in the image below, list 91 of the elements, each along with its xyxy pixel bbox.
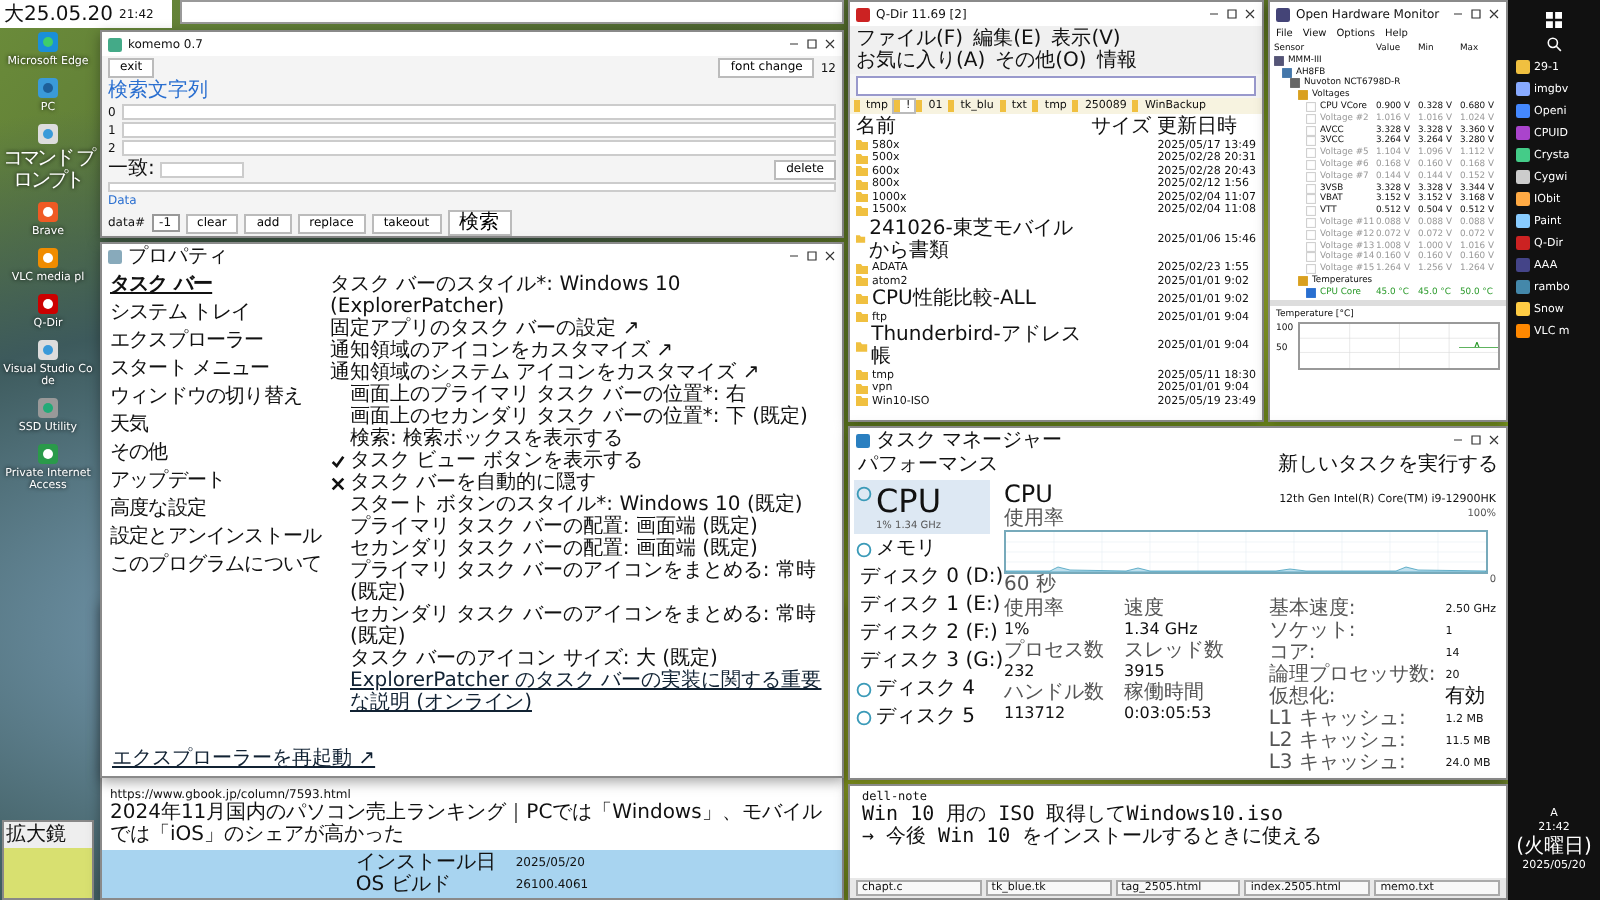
window-title: プロパティ xyxy=(128,245,228,267)
setting-option[interactable]: プライマリ タスク バーのアイコンをまとめる: 常時 (既定) xyxy=(330,560,838,604)
settings-tab[interactable]: 設定とアンインストール xyxy=(108,526,324,548)
device-name: ディスク 1 (E:) xyxy=(860,594,1001,616)
window-title: 拡大鏡 xyxy=(4,822,92,848)
setting-option[interactable]: プライマリ タスク バーの配置: 画面端 (既定) xyxy=(330,516,838,538)
status-label: OS ビルド xyxy=(355,874,453,896)
date-text: 大25.05.20 xyxy=(4,3,114,25)
clip-line: 2024年11月国内のパソコン売上ランキング｜PCでは「Windows」、モバイルでは「iOS」のシェアが高かった xyxy=(110,802,824,846)
device-name: ディスク 5 xyxy=(876,706,976,728)
setting-option[interactable]: セカンダリ タスク バーの配置: 画面端 (既定) xyxy=(330,538,838,560)
device-name: メモリ xyxy=(876,538,936,560)
column-header[interactable]: 名前 xyxy=(856,116,1086,138)
stat-value: 1.34 GHz xyxy=(1124,620,1200,638)
menu-item[interactable]: その他(O) xyxy=(995,50,1087,72)
setting-option[interactable]: タスク バーのアイコン サイズ: 大 (既定) xyxy=(330,648,838,670)
device-item[interactable]: メモリ xyxy=(854,536,990,562)
stat-label: スレッド数 xyxy=(1124,640,1224,662)
menu-item[interactable]: お気に入り(A) xyxy=(856,50,986,72)
section-title: パフォーマンス xyxy=(858,454,998,476)
cpu-heading: CPU xyxy=(1004,480,1053,508)
search-label: 検索文字列 xyxy=(108,80,208,102)
settings-tab[interactable]: タスク バー xyxy=(108,274,215,296)
stat-label: 使用率 xyxy=(1004,598,1066,620)
setting-option[interactable]: 画面上のプライマリ タスク バーの位置*: 右 xyxy=(330,384,838,406)
window-title: タスク マネージャー xyxy=(876,429,1063,451)
menu-item[interactable]: ファイル(F) xyxy=(856,28,964,50)
stat-label: 稼働時間 xyxy=(1124,682,1206,704)
settings-tab[interactable]: ウィンドウの切り替え xyxy=(108,386,305,408)
stat-label: プロセス数 xyxy=(1004,640,1104,662)
help-link[interactable]: ExplorerPatcher のタスク バーの実装に関する重要な説明 (オンライン) xyxy=(330,670,838,714)
stat-value: 1% xyxy=(1004,620,1032,638)
spec-value: 有効 xyxy=(1445,686,1488,708)
stat-value: 3915 xyxy=(1124,662,1167,680)
spec-label: ソケット: xyxy=(1268,620,1358,642)
setting-option[interactable]: 通知領域のアイコンをカスタマイズ ↗ xyxy=(330,340,838,362)
icon-label: コマンド プロンプト xyxy=(0,148,96,192)
settings-tab[interactable]: 高度な設定 xyxy=(108,498,209,520)
device-name: CPU xyxy=(876,482,942,520)
settings-tab[interactable]: エクスプローラー xyxy=(108,330,266,352)
column-header[interactable]: サイズ xyxy=(1091,116,1152,138)
spec-label: 論理プロセッサ数: xyxy=(1268,664,1436,686)
settings-tab[interactable]: このプログラムについて xyxy=(108,554,324,576)
setting-option[interactable]: 通知領域のシステム アイコンをカスタマイズ ↗ xyxy=(330,362,838,384)
graph-span: 60 秒 xyxy=(1004,574,1056,596)
clock-day[interactable]: (火曜日) xyxy=(1516,836,1592,858)
settings-tab[interactable]: その他 xyxy=(108,442,170,464)
setting-option[interactable]: 画面上のセカンダリ タスク バーの位置*: 下 (既定) xyxy=(330,406,838,428)
search-button[interactable]: 検索 xyxy=(447,210,512,236)
graph-label: 使用率 xyxy=(1004,508,1064,530)
stat-label: ハンドル数 xyxy=(1004,682,1104,704)
setting-option[interactable]: セカンダリ タスク バーのアイコンをまとめる: 常時 (既定) xyxy=(330,604,838,648)
menu-item[interactable]: 編集(E) xyxy=(973,28,1042,50)
checkbox-label[interactable]: タスク ビュー ボタンを表示する xyxy=(350,450,643,472)
status-label: インストール日 xyxy=(355,852,496,874)
restart-link[interactable]: エクスプローラーを再起動 ↗ xyxy=(112,748,376,770)
spec-label: L3 キャッシュ: xyxy=(1268,752,1408,774)
spec-label: 仮想化: xyxy=(1268,686,1338,708)
device-name: ディスク 2 (F:) xyxy=(860,622,998,644)
column-header[interactable]: 更新日時 xyxy=(1157,116,1256,138)
setting-option[interactable]: スタート ボタンのスタイル*: Windows 10 (既定) xyxy=(330,494,838,516)
setting-option[interactable]: タスク バーのスタイル*: Windows 10 (ExplorerPatcher) xyxy=(330,274,838,318)
device-item[interactable]: ディスク 5 xyxy=(854,704,990,730)
spec-label: 基本速度: xyxy=(1268,598,1358,620)
device-item[interactable]: ディスク 4 xyxy=(854,676,990,702)
stat-value: 232 xyxy=(1004,662,1037,680)
stat-value: 113712 xyxy=(1004,704,1068,722)
stat-value: 0:03:05:53 xyxy=(1124,704,1214,722)
editor-line: → 今後 Win 10 をインストールするときに使える xyxy=(862,826,1325,848)
checkbox-label[interactable]: タスク バーを自動的に隠す xyxy=(350,472,597,494)
setting-option[interactable]: 検索: 検索ボックスを表示する xyxy=(330,428,838,450)
file-name[interactable]: 241026-東芝モバイルから書類 xyxy=(869,217,1086,261)
file-name[interactable]: CPU性能比較-ALL xyxy=(872,288,1036,310)
menu-item[interactable]: 情報 xyxy=(1096,50,1137,72)
settings-tab[interactable]: アップデート xyxy=(108,470,228,492)
settings-tab[interactable]: システム トレイ xyxy=(108,302,252,324)
menu-item[interactable]: 表示(V) xyxy=(1051,28,1121,50)
settings-tab[interactable]: スタート メニュー xyxy=(108,358,272,380)
device-name: ディスク 3 (G:) xyxy=(860,650,1004,672)
stat-label: 速度 xyxy=(1124,598,1166,620)
spec-label: L2 キャッシュ: xyxy=(1268,730,1408,752)
device-name: ディスク 0 (D:) xyxy=(860,566,1004,588)
setting-option[interactable]: 固定アプリのタスク バーの設定 ↗ xyxy=(330,318,838,340)
run-task-button[interactable]: 新しいタスクを実行する xyxy=(1278,454,1498,476)
settings-tab[interactable]: 天気 xyxy=(108,414,151,436)
editor-line: Win 10 用の ISO 取得してWindows10.iso xyxy=(862,804,1286,826)
file-name[interactable]: Thunderbird-アドレス帳 xyxy=(871,324,1086,368)
match-label: 一致: xyxy=(108,158,155,180)
spec-label: コア: xyxy=(1268,642,1316,664)
spec-label: L1 キャッシュ: xyxy=(1268,708,1408,730)
device-name: ディスク 4 xyxy=(876,678,976,700)
